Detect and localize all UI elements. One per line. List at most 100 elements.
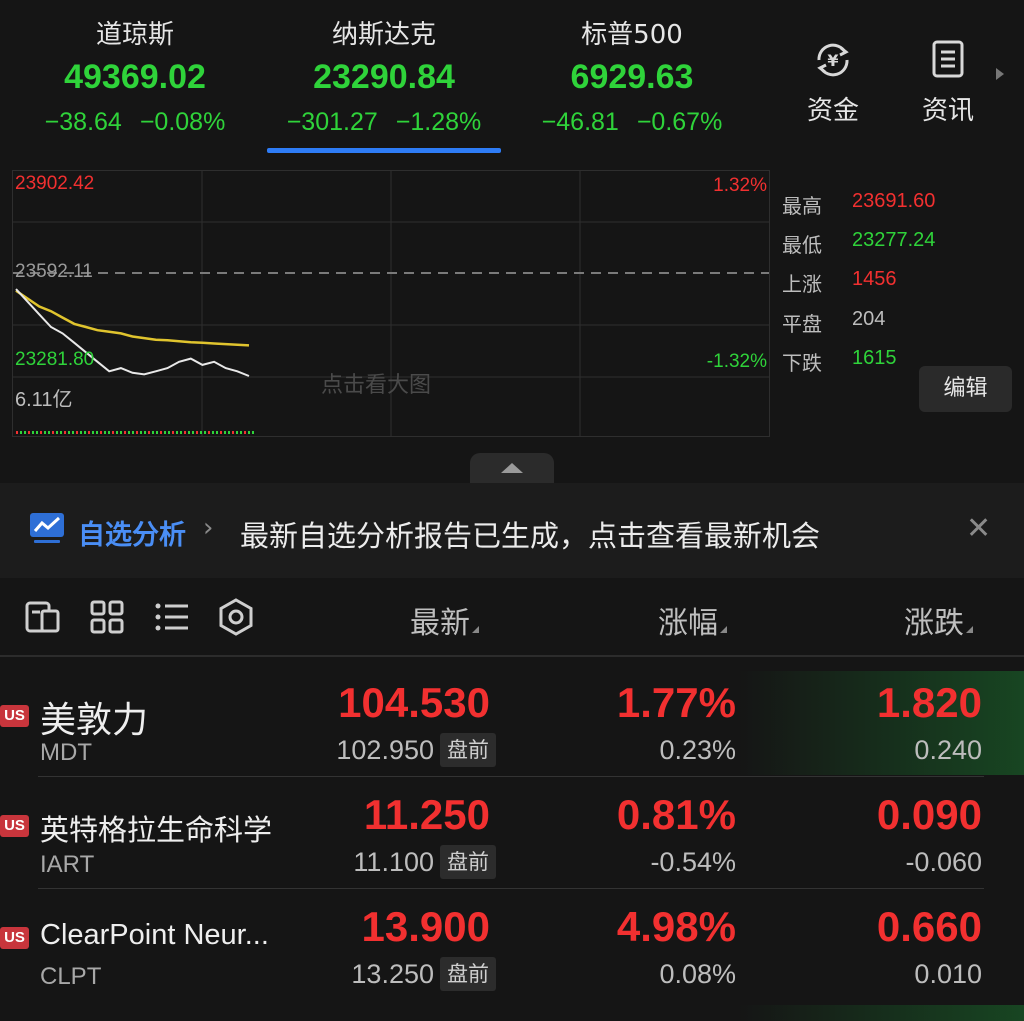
funds-button[interactable]: ¥ 资金 <box>793 38 873 127</box>
premarket-badge: 盘前 <box>440 845 496 879</box>
volume-bar <box>76 431 78 434</box>
stat-value: 1615 <box>852 347 897 369</box>
volume-bar <box>148 431 150 434</box>
volume-bar <box>132 431 134 434</box>
chart-prevclose-label: 23592.11 <box>15 261 93 282</box>
volume-bar <box>44 431 46 434</box>
index-nasdaq[interactable]: 纳斯达克 23290.84 −301.27 −1.28% <box>267 0 501 150</box>
stat-key: 最高 <box>782 194 822 218</box>
volume-bar <box>116 431 118 434</box>
stock-price: 11.250 <box>363 791 490 838</box>
premarket-change-pct: -0.54% <box>650 847 736 877</box>
index-change: −38.64 −0.08% <box>44 108 226 136</box>
stock-price: 13.900 <box>361 903 490 950</box>
volume-bar <box>220 431 222 434</box>
volume-bar <box>80 431 82 434</box>
volume-bar <box>208 431 210 434</box>
sort-icon <box>472 626 479 633</box>
portfolio-icon[interactable] <box>24 598 62 636</box>
volume-bar <box>176 431 178 434</box>
premarket-price: 11.100 <box>353 847 434 877</box>
volume-bar <box>20 431 22 434</box>
volume-bar <box>180 431 182 434</box>
volume-bars <box>16 431 254 434</box>
list-view-icon[interactable] <box>154 600 190 634</box>
market-badge: US <box>0 927 29 949</box>
average-price-line <box>15 289 250 347</box>
volume-bar <box>128 431 130 434</box>
volume-bar <box>192 431 194 434</box>
index-price: 49369.02 <box>64 58 206 96</box>
stock-name: ClearPoint Neur... <box>40 919 269 951</box>
volume-bar <box>172 431 174 434</box>
volume-bar <box>140 431 142 434</box>
chevron-right-icon: › <box>203 513 214 543</box>
stock-change: 0.090 <box>876 791 982 838</box>
volume-bar <box>184 431 186 434</box>
intraday-chart[interactable]: 23902.42 23592.11 23281.80 1.32% -1.32% … <box>12 170 770 437</box>
volume-bar <box>188 431 190 434</box>
index-change: −46.81 −0.67% <box>541 108 723 136</box>
settings-icon[interactable] <box>216 597 256 637</box>
document-icon <box>932 40 964 78</box>
stat-value: 23691.60 <box>852 190 936 212</box>
volume-bar <box>216 431 218 434</box>
stock-code: CLPT <box>40 963 102 990</box>
volume-bar <box>108 431 110 434</box>
stock-row[interactable]: US 美敦力 MDT 104.530 102.950 盘前 1.77% 0.23… <box>0 665 1024 777</box>
news-button[interactable]: 资讯 <box>908 38 988 127</box>
volume-bar <box>204 431 206 434</box>
premarket-badge: 盘前 <box>440 957 496 991</box>
index-name: 标普500 <box>581 20 683 50</box>
volume-bar <box>56 431 58 434</box>
analysis-banner[interactable]: 自选分析 › 最新自选分析报告已生成，点击查看最新机会 ✕ <box>0 483 1024 578</box>
volume-bar <box>228 431 230 434</box>
edit-button[interactable]: 编辑 <box>919 366 1012 412</box>
stock-row[interactable]: US ClearPoint Neur... CLPT 13.900 13.250… <box>0 889 1024 1001</box>
stock-change-pct: 1.77% <box>616 679 736 726</box>
premarket-change-pct: 0.08% <box>659 959 736 989</box>
column-latest[interactable]: 最新 <box>410 598 479 642</box>
volume-bar <box>112 431 114 434</box>
next-row-highlight <box>738 1005 1024 1021</box>
column-change[interactable]: 涨跌 <box>904 598 973 642</box>
index-name: 道琼斯 <box>95 20 174 50</box>
column-change-pct[interactable]: 涨幅 <box>658 598 727 642</box>
premarket-price: 13.250 <box>351 959 434 989</box>
chart-low-label: 23281.80 <box>15 349 95 370</box>
volume-bar <box>244 431 246 434</box>
index-price: 23290.84 <box>313 58 455 96</box>
stat-key: 平盘 <box>782 312 822 336</box>
volume-bar <box>68 431 70 434</box>
volume-bar <box>32 431 34 434</box>
stock-name: 美敦力 <box>40 700 149 741</box>
yuan-refresh-icon: ¥ <box>817 43 849 77</box>
volume-bar <box>120 431 122 434</box>
volume-bar <box>212 431 214 434</box>
volume-bar <box>104 431 106 434</box>
volume-bar <box>124 431 126 434</box>
collapse-handle[interactable] <box>470 453 554 483</box>
stock-row[interactable]: US 英特格拉生命科学 IART 11.250 11.100 盘前 0.81% … <box>0 777 1024 889</box>
volume-bar <box>200 431 202 434</box>
volume-bar <box>96 431 98 434</box>
more-right-icon[interactable] <box>996 68 1004 80</box>
volume-bar <box>232 431 234 434</box>
volume-bar <box>136 431 138 434</box>
stat-key: 上涨 <box>782 272 822 296</box>
volume-bar <box>40 431 42 434</box>
volume-bar <box>92 431 94 434</box>
volume-bar <box>28 431 30 434</box>
volume-bar <box>160 431 162 434</box>
volume-bar <box>164 431 166 434</box>
index-sp500[interactable]: 标普500 6929.63 −46.81 −0.67% <box>516 0 748 150</box>
premarket-change-pct: 0.23% <box>659 735 736 765</box>
close-icon[interactable]: ✕ <box>966 511 991 546</box>
index-dow[interactable]: 道琼斯 49369.02 −38.64 −0.08% <box>20 0 250 150</box>
market-badge: US <box>0 705 29 727</box>
news-label: 资讯 <box>921 96 974 126</box>
index-change: −301.27 −1.28% <box>286 108 482 136</box>
volume-bar <box>144 431 146 434</box>
grid-view-icon[interactable] <box>89 599 125 635</box>
volume-bar <box>84 431 86 434</box>
